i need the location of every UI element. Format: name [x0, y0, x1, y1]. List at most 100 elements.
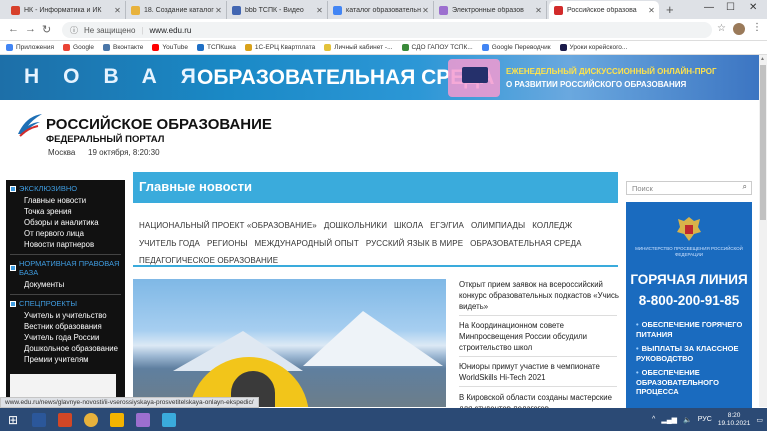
taskbar-app-icon[interactable] [52, 408, 78, 431]
category-link[interactable]: ЕГЭ/ГИА [430, 221, 464, 230]
category-link[interactable]: РУССКИЙ ЯЗЫК В МИРЕ [366, 239, 463, 248]
search-input[interactable]: Поиск ⌕ [626, 181, 752, 195]
category-link[interactable]: УЧИТЕЛЬ ГОДА [139, 239, 200, 248]
category-link[interactable]: ДОШКОЛЬНИКИ [324, 221, 387, 230]
chevron-up-icon[interactable]: ^ [652, 416, 655, 423]
tab-title: Российское образова [567, 6, 637, 14]
promo-banner[interactable]: НОВАЯ ОБРАЗОВАТЕЛЬНАЯ СРЕДА ЕЖЕНЕДЕЛЬНЫЙ… [0, 55, 759, 100]
back-icon[interactable]: ← [8, 23, 19, 35]
browser-tab[interactable]: 18. Создание каталога ✕ [126, 1, 227, 19]
scrollbar-thumb[interactable] [760, 65, 766, 220]
taskbar-app-icon[interactable] [78, 408, 104, 431]
bookmark-label: Уроки корейского... [569, 44, 628, 51]
bookmark-item[interactable]: СДО ГАПОУ ТСПК... [401, 44, 473, 51]
more-menu-icon[interactable]: ⋮ [752, 22, 762, 33]
tab-favicon-icon [11, 5, 20, 15]
bookmark-item[interactable]: Google Переводчик [481, 44, 551, 51]
bookmark-item[interactable]: ТСПКшка [196, 44, 236, 51]
windows-start-icon[interactable]: ⊞ [0, 408, 26, 431]
sidebar-section-title[interactable]: СПЕЦПРОЕКТЫ [10, 299, 125, 308]
language-indicator[interactable]: РУС [698, 416, 712, 423]
close-tab-icon[interactable]: ✕ [113, 6, 122, 15]
search-icon[interactable]: ⌕ [743, 182, 747, 192]
taskbar-app-icon[interactable] [130, 408, 156, 431]
tab-favicon-icon [232, 5, 241, 15]
category-link[interactable]: НАЦИОНАЛЬНЫЙ ПРОЕКТ «ОБРАЗОВАНИЕ» [139, 221, 317, 230]
news-photo[interactable] [133, 279, 446, 407]
site-logo-icon[interactable] [16, 112, 44, 138]
category-link[interactable]: КОЛЛЕДЖ [532, 221, 572, 230]
hotline-banner[interactable]: МИНИСТЕРСТВО ПРОСВЕЩЕНИЯ РОССИЙСКОЙ ФЕДЕ… [626, 202, 752, 408]
avatar[interactable] [733, 23, 745, 35]
google-icon [63, 44, 71, 51]
scroll-up-icon[interactable]: ▲ [760, 56, 765, 62]
taskbar-app-icon[interactable] [156, 408, 182, 431]
sidebar-link[interactable]: Вестник образования [10, 321, 125, 332]
maximize-icon[interactable]: ☐ [726, 2, 735, 13]
taskbar-app-icon[interactable] [26, 408, 52, 431]
category-link[interactable]: ОБРАЗОВАТЕЛЬНАЯ СРЕДА [470, 239, 581, 248]
page-scrollbar[interactable]: ▲ [759, 55, 767, 407]
sidebar-link[interactable]: Точка зрения [10, 206, 125, 217]
tab-favicon-icon [439, 5, 448, 15]
divider [459, 315, 617, 316]
taskbar-app-icon[interactable] [104, 408, 130, 431]
close-tab-icon[interactable]: ✕ [214, 6, 223, 15]
sidebar-link[interactable]: От первого лица [10, 228, 125, 239]
close-tab-icon[interactable]: ✕ [421, 6, 430, 15]
minimize-icon[interactable]: — [704, 2, 714, 13]
sidebar-section-title[interactable]: ЭКСКЛЮЗИВНО [10, 184, 125, 193]
hotline-item: • ОБЕСПЕЧЕНИЕ ОБРАЗОВАТЕЛЬНОГО ПРОЦЕССА [636, 368, 748, 397]
news-link[interactable]: На Координационном совете Минпросвещения… [459, 320, 619, 353]
notification-icon[interactable]: ▭ [756, 416, 763, 424]
new-tab-button[interactable]: + [666, 2, 674, 17]
volume-icon[interactable]: 🔈 [683, 416, 692, 424]
bookmark-label: Google Переводчик [491, 44, 551, 51]
browser-tab-active[interactable]: Российское образова ✕ [549, 1, 659, 19]
close-tab-icon[interactable]: ✕ [534, 6, 543, 15]
close-tab-icon[interactable]: ✕ [647, 6, 656, 15]
sidebar-link[interactable]: Учитель года России [10, 332, 125, 343]
bookmark-item[interactable]: 1С-ЕРЦ Квартплата [244, 44, 315, 51]
category-link[interactable]: ОЛИМПИАДЫ [471, 221, 525, 230]
sidebar-link[interactable]: Главные новости [10, 195, 125, 206]
bookmark-item[interactable]: Приложения [6, 44, 54, 51]
sidebar-link[interactable]: Новости партнеров [10, 239, 125, 250]
sidebar-link[interactable]: Премии учителям [10, 354, 125, 365]
news-link[interactable]: Открыт прием заявок на всероссийский кон… [459, 279, 619, 312]
forward-icon[interactable]: → [25, 23, 36, 35]
bookmark-item[interactable]: Google [63, 44, 94, 51]
network-icon[interactable]: ▂▄▆ [661, 416, 677, 424]
browser-tab[interactable]: каталог образовательн ✕ [328, 1, 434, 19]
clock[interactable]: 8:20 19.10.2021 [718, 412, 751, 428]
info-icon[interactable]: ⓘ [70, 25, 78, 36]
close-tab-icon[interactable]: ✕ [315, 6, 324, 15]
reload-icon[interactable]: ↻ [42, 23, 51, 36]
category-link[interactable]: МЕЖДУНАРОДНЫЙ ОПЫТ [255, 239, 359, 248]
bookmarks-bar: Приложения Google Вконтакте YouTube ТСПК… [0, 41, 767, 55]
browser-tab[interactable]: bbb ТСПК - Видео ✕ [227, 1, 328, 19]
category-link[interactable]: РЕГИОНЫ [207, 239, 248, 248]
sidebar-link[interactable]: Учитель и учительство [10, 310, 125, 321]
news-link[interactable]: Юниоры примут участие в чемпионате World… [459, 361, 619, 383]
category-link[interactable]: ПЕДАГОГИЧЕСКОЕ ОБРАЗОВАНИЕ [139, 256, 278, 265]
bookmark-item[interactable]: Вконтакте [103, 44, 143, 51]
bookmark-item[interactable]: Личный кабинет -... [324, 44, 393, 51]
bookmark-star-icon[interactable]: ☆ [717, 23, 726, 34]
browser-tab-bar: НК - Информатика и ИК ✕ 18. Создание ката… [0, 0, 767, 19]
browser-tab[interactable]: Электронные образов ✕ [434, 1, 547, 19]
address-bar[interactable]: ⓘ Не защищено | www.edu.ru [62, 22, 712, 38]
sidebar-link[interactable]: Обзоры и аналитика [10, 217, 125, 228]
sidebar-link[interactable]: Дошкольное образование [10, 343, 125, 354]
section-marker-icon [10, 265, 16, 271]
browser-tab[interactable]: НК - Информатика и ИК ✕ [6, 1, 126, 19]
site-subtitle: ФЕДЕРАЛЬНЫЙ ПОРТАЛ [46, 134, 165, 145]
close-window-icon[interactable]: ✕ [749, 2, 757, 13]
bookmark-label: Google [73, 44, 94, 51]
sidebar-link[interactable]: Документы [10, 279, 125, 290]
site-title[interactable]: РОССИЙСКОЕ ОБРАЗОВАНИЕ [46, 116, 272, 133]
bookmark-item[interactable]: Уроки корейского... [559, 44, 628, 51]
sidebar-section-title[interactable]: НОРМАТИВНАЯ ПРАВОВАЯ БАЗА [10, 259, 125, 277]
category-link[interactable]: ШКОЛА [394, 221, 423, 230]
bookmark-item[interactable]: YouTube [152, 44, 188, 51]
